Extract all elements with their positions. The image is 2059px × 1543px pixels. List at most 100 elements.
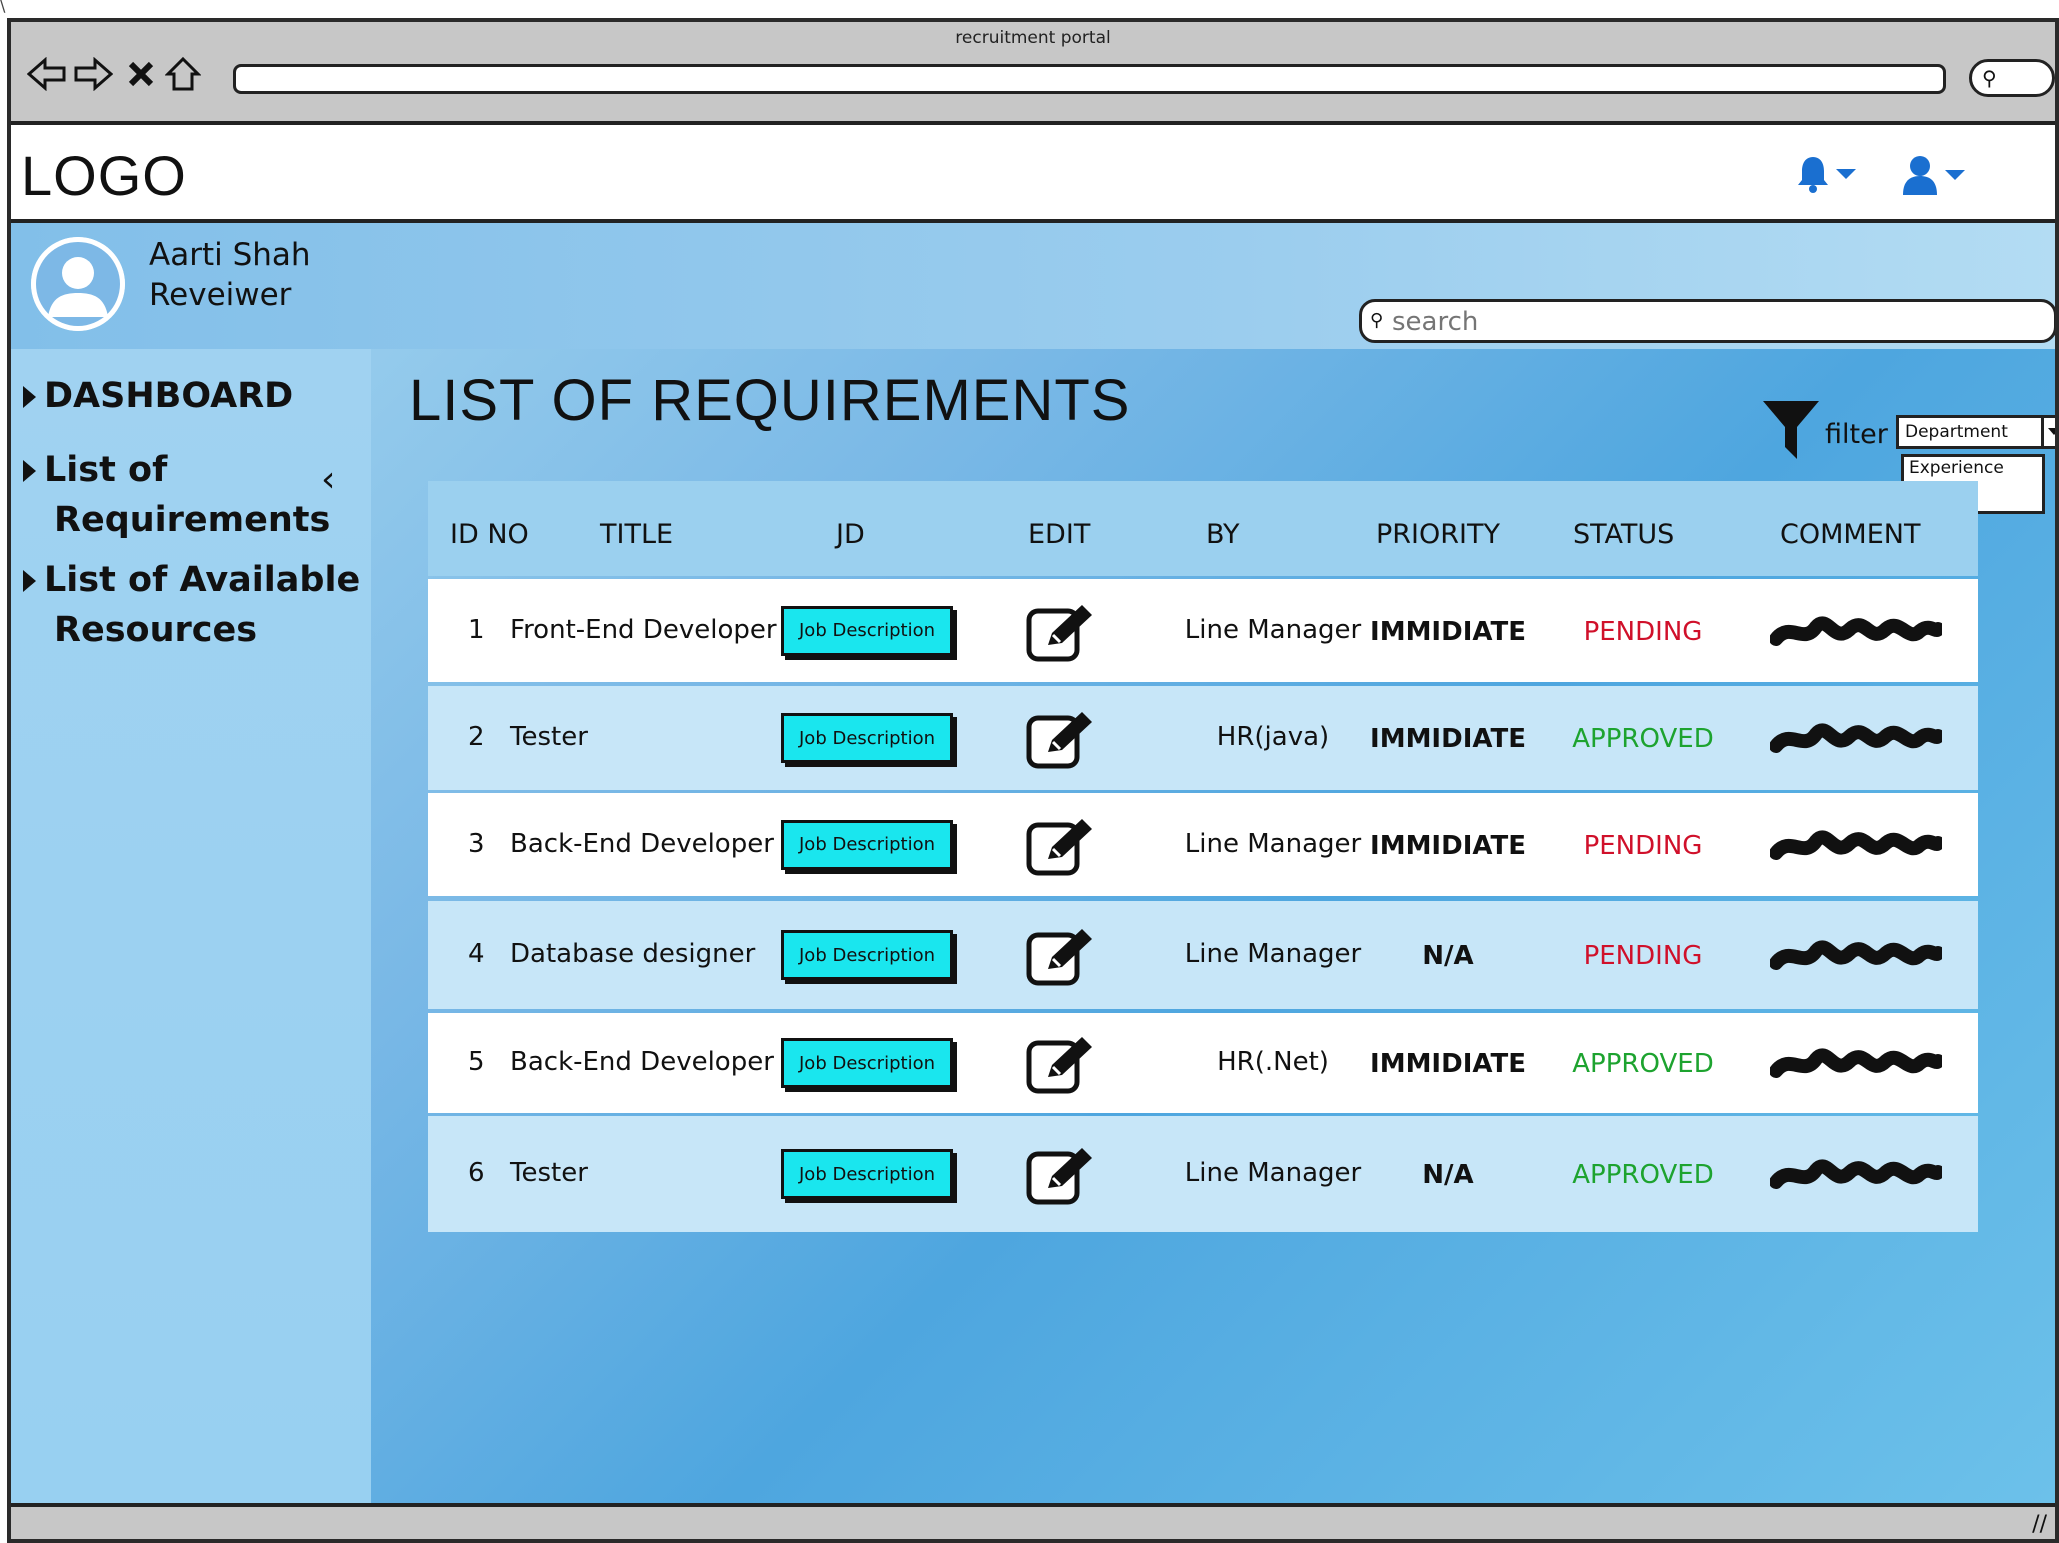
cell-title: Tester — [510, 1158, 588, 1188]
column-header-edit: EDIT — [1028, 519, 1091, 550]
browser-search-field[interactable]: ⚲ — [1969, 59, 2055, 97]
browser-toolbar: recruitment portal ⚲ — [11, 22, 2055, 125]
edit-icon[interactable] — [1026, 815, 1098, 881]
filter-icon[interactable] — [1763, 401, 1819, 463]
caret-right-icon — [23, 570, 36, 592]
cell-title: Back-End Developer — [510, 1047, 774, 1077]
sidebar-item-resources[interactable]: List of Available Resources — [23, 555, 360, 655]
table-header: ID NO TITLE JD EDIT BY PRIORITY STATUS C… — [428, 481, 1978, 576]
cell-title: Front-End Developer — [510, 614, 777, 645]
cell-title: Database designer — [510, 939, 756, 969]
redacted-comment — [1769, 1043, 1945, 1087]
chevron-down-icon — [1945, 170, 1965, 180]
filter-label: filter — [1825, 419, 1888, 450]
sidebar-item-dashboard[interactable]: DASHBOARD — [23, 371, 293, 421]
column-header-status: STATUS — [1573, 519, 1675, 550]
user-menu[interactable] — [1901, 155, 1965, 195]
status-badge: PENDING — [1583, 941, 1703, 971]
table-row: 1 Front-End Developer Job Description Line … — [428, 579, 1978, 682]
redacted-comment — [1769, 718, 1945, 762]
filter-dropdown-button[interactable] — [2041, 415, 2055, 449]
sidebar-item-label: List of Available — [44, 560, 361, 600]
job-description-button[interactable]: Job Description — [781, 819, 953, 870]
status-badge: APPROVED — [1572, 1049, 1714, 1079]
column-header-jd: JD — [836, 519, 865, 550]
sidebar-item-label-line2: Resources — [54, 610, 258, 650]
address-bar[interactable] — [233, 64, 1946, 94]
cell-id: 1 — [468, 614, 485, 645]
filter-option[interactable]: Experience — [1904, 457, 2042, 480]
sidebar-item-requirements[interactable]: List of Requirements — [23, 445, 330, 545]
column-header-id: ID NO — [450, 519, 529, 550]
page-title: LIST OF REQUIREMENTS — [409, 368, 1131, 433]
search-icon: ⚲ — [1370, 310, 1384, 331]
table-row: 3 Back-End Developer Job Description Line M… — [428, 793, 1978, 896]
column-header-title: TITLE — [600, 519, 674, 550]
status-bar: // — [11, 1503, 2055, 1539]
stop-icon[interactable] — [119, 52, 163, 96]
status-badge: PENDING — [1583, 616, 1703, 647]
bell-icon — [1798, 157, 1828, 193]
column-header-priority: PRIORITY — [1376, 519, 1500, 550]
status-badge: PENDING — [1583, 830, 1703, 861]
chevron-down-icon — [1836, 169, 1856, 179]
job-description-button[interactable]: Job Description — [781, 1149, 953, 1199]
status-badge: APPROVED — [1572, 724, 1714, 754]
app-header: LOGO — [11, 125, 2055, 223]
user-name: Aarti Shah — [149, 237, 311, 273]
cell-title: Tester — [510, 722, 588, 752]
requirements-table: ID NO TITLE JD EDIT BY PRIORITY STATUS C… — [428, 481, 1978, 1232]
table-row: 4 Database designer Job Description Line Ma… — [428, 901, 1978, 1009]
job-description-button[interactable]: Job Description — [781, 605, 953, 656]
caret-right-icon — [23, 460, 36, 482]
search-input[interactable] — [1392, 305, 2032, 339]
home-icon[interactable] — [161, 52, 205, 96]
forward-icon[interactable] — [71, 52, 115, 96]
content-area: Aarti Shah Reveiwer ⚲ DASHBOARD List of … — [11, 223, 2055, 1503]
edit-icon[interactable] — [1026, 708, 1098, 774]
redacted-comment — [1769, 1154, 1945, 1198]
sidebar-item-label: List of — [44, 450, 168, 490]
status-badge: APPROVED — [1572, 1160, 1714, 1190]
collapse-icon[interactable]: ‹ — [321, 459, 335, 500]
edit-icon[interactable] — [1026, 1033, 1098, 1099]
job-description-button[interactable]: Job Description — [781, 713, 953, 763]
window-title: recruitment portal — [955, 28, 1111, 48]
cell-id: 5 — [468, 1047, 485, 1077]
cell-id: 6 — [468, 1158, 485, 1188]
cell-priority: N/A — [1422, 1160, 1474, 1190]
search-box[interactable]: ⚲ — [1359, 299, 2055, 343]
cell-priority: IMMIDIATE — [1370, 724, 1526, 754]
resize-grip-icon[interactable]: // — [2032, 1512, 2047, 1537]
magnifier-icon: ⚲ — [1982, 66, 1997, 90]
edit-icon[interactable] — [1026, 1144, 1098, 1210]
job-description-button[interactable]: Job Description — [781, 930, 953, 980]
sidebar-item-label: DASHBOARD — [44, 376, 294, 416]
chevron-down-icon — [2048, 428, 2055, 435]
cell-id: 2 — [468, 722, 485, 752]
sidebar: DASHBOARD List of Requirements ‹ List of… — [11, 349, 371, 1503]
sidebar-item-label-line2: Requirements — [54, 500, 331, 540]
filter-select[interactable]: Department — [1896, 415, 2044, 449]
table-row: 2 Tester Job Description HR(java) IMMIDIATE A… — [428, 686, 1978, 790]
avatar-icon — [31, 237, 125, 331]
browser-window: recruitment portal ⚲ LOGO Aarti Shah Rev… — [7, 18, 2059, 1543]
back-icon[interactable] — [25, 52, 69, 96]
edit-icon[interactable] — [1026, 925, 1098, 991]
edit-icon[interactable] — [1026, 601, 1098, 667]
user-icon — [1903, 156, 1937, 195]
redacted-comment — [1769, 611, 1945, 655]
table-row: 6 Tester Job Description Line Manager N/A APP… — [428, 1116, 1978, 1232]
cell-priority: IMMIDIATE — [1370, 616, 1526, 647]
cell-priority: IMMIDIATE — [1370, 830, 1526, 861]
cell-id: 4 — [468, 939, 485, 969]
job-description-button[interactable]: Job Description — [781, 1038, 953, 1088]
avatar[interactable] — [31, 237, 125, 331]
table-row: 5 Back-End Developer Job Description HR(.Ne… — [428, 1013, 1978, 1113]
cell-priority: N/A — [1422, 941, 1474, 971]
notifications-menu[interactable] — [1796, 155, 1856, 193]
user-role: Reveiwer — [149, 277, 292, 313]
redacted-comment — [1769, 935, 1945, 979]
corner-mark: \ — [0, 0, 6, 15]
redacted-comment — [1769, 825, 1945, 869]
